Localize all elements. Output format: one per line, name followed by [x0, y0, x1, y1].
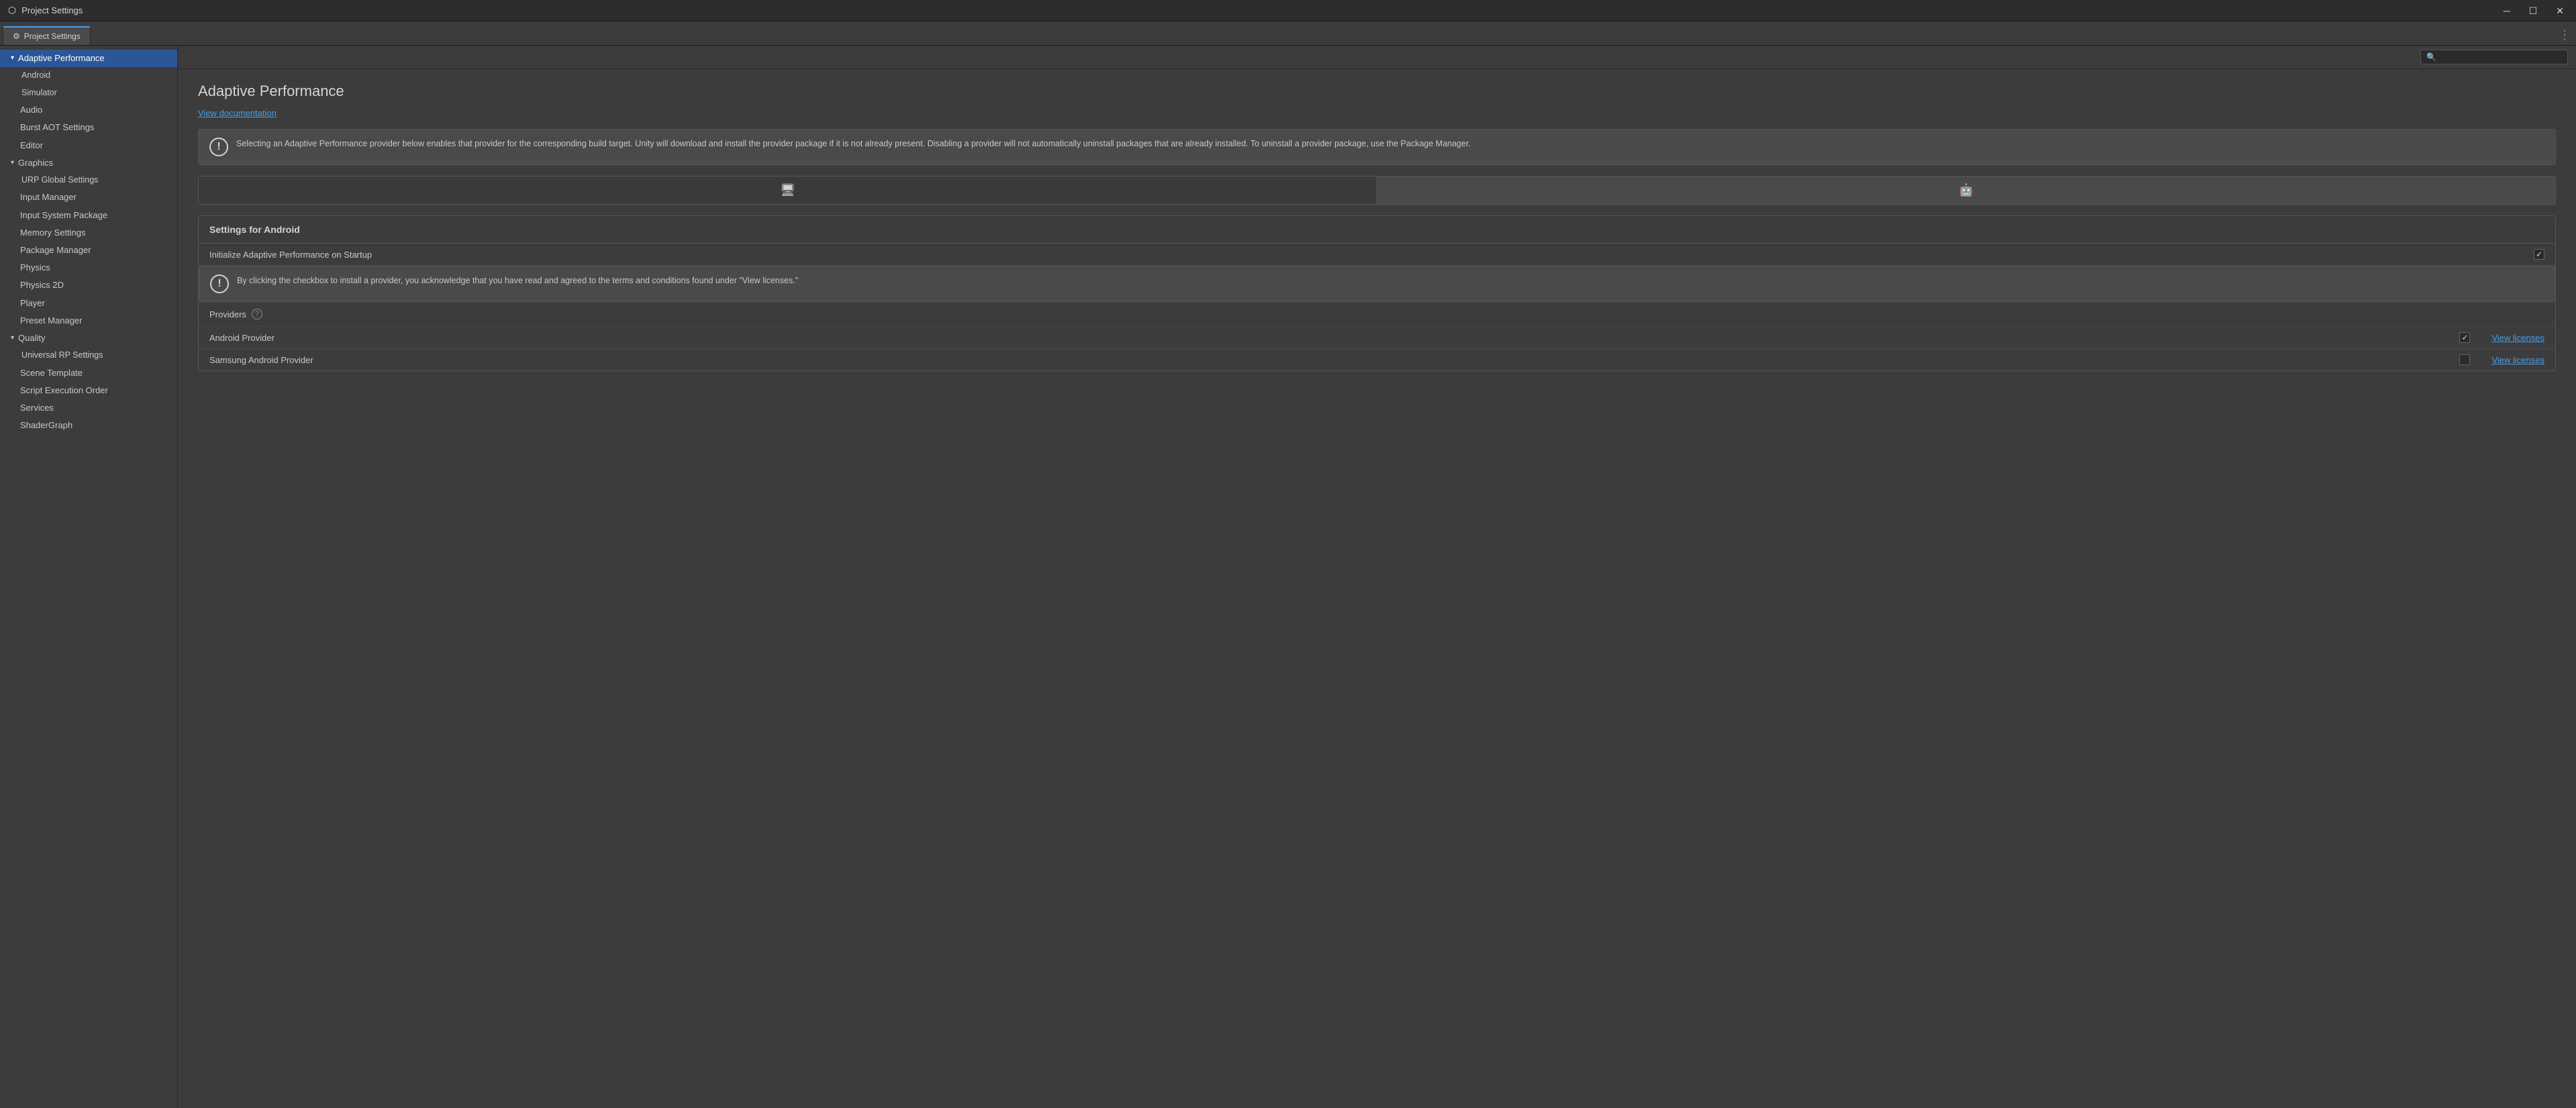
- warn-message: By clicking the checkbox to install a pr…: [237, 274, 798, 293]
- sidebar-item-burst-aot[interactable]: Burst AOT Settings: [0, 119, 177, 136]
- sidebar-item-package-manager[interactable]: Package Manager: [0, 242, 177, 259]
- sidebar-label-editor: Editor: [20, 140, 43, 152]
- search-icon: 🔍: [2426, 52, 2436, 62]
- arrow-icon-graphics: [11, 158, 14, 168]
- sidebar-label-script-execution: Script Execution Order: [20, 385, 108, 397]
- providers-list: Android ProviderView licensesSamsung And…: [199, 327, 2555, 370]
- sidebar-label-input-manager: Input Manager: [20, 191, 77, 203]
- sidebar: Adaptive Performance Android Simulator Audi…: [0, 46, 178, 1108]
- view-docs-link[interactable]: View documentation: [198, 108, 277, 118]
- unity-icon: ⬡: [8, 5, 16, 16]
- sidebar-label-physics: Physics: [20, 262, 50, 274]
- sidebar-item-input-system[interactable]: Input System Package: [0, 207, 177, 224]
- warn-icon: !: [210, 274, 229, 293]
- sidebar-item-services[interactable]: Services: [0, 399, 177, 417]
- sidebar-item-scene-template[interactable]: Scene Template: [0, 364, 177, 382]
- sidebar-label-graphics: Graphics: [18, 157, 53, 169]
- desktop-icon: 🖥: [780, 183, 795, 197]
- sidebar-item-preset-manager[interactable]: Preset Manager: [0, 312, 177, 330]
- provider-view-licenses-0[interactable]: View licenses: [2481, 333, 2544, 343]
- search-input[interactable]: [2439, 52, 2562, 62]
- sidebar-item-audio[interactable]: Audio: [0, 101, 177, 119]
- tab-bar: ⚙ Project Settings ⋮: [0, 21, 2576, 46]
- info-message: Selecting an Adaptive Performance provid…: [236, 138, 1471, 156]
- tab-menu-icon[interactable]: ⋮: [2553, 26, 2576, 45]
- search-wrapper: 🔍: [2420, 50, 2568, 64]
- sidebar-label-memory-settings: Memory Settings: [20, 227, 86, 239]
- arrow-icon-adaptive-performance: [11, 54, 14, 63]
- gear-icon: ⚙: [13, 32, 20, 41]
- sidebar-item-input-manager[interactable]: Input Manager: [0, 189, 177, 206]
- provider-checkbox-1[interactable]: [2459, 354, 2470, 365]
- sidebar-label-player: Player: [20, 297, 45, 309]
- title-bar-left: ⬡ Project Settings: [8, 5, 83, 16]
- info-icon: !: [209, 138, 228, 156]
- sidebar-label-preset-manager: Preset Manager: [20, 315, 83, 327]
- sidebar-item-android[interactable]: Android: [0, 67, 177, 85]
- sidebar-item-physics-2d[interactable]: Physics 2D: [0, 276, 177, 294]
- info-box: ! Selecting an Adaptive Performance prov…: [198, 129, 2556, 165]
- sidebar-item-graphics[interactable]: Graphics: [0, 154, 177, 172]
- sidebar-label-adaptive-performance: Adaptive Performance: [18, 52, 105, 64]
- init-setting-row: Initialize Adaptive Performance on Start…: [199, 244, 2555, 266]
- title-bar-title: Project Settings: [21, 5, 83, 15]
- tab-label: Project Settings: [24, 32, 81, 41]
- sidebar-label-input-system: Input System Package: [20, 209, 107, 221]
- init-label: Initialize Adaptive Performance on Start…: [209, 250, 2534, 260]
- sidebar-label-quality: Quality: [18, 332, 45, 344]
- providers-label: Providers: [209, 309, 246, 319]
- sidebar-item-physics[interactable]: Physics: [0, 259, 177, 276]
- sidebar-label-urp-global: URP Global Settings: [21, 174, 98, 187]
- sidebar-item-simulator[interactable]: Simulator: [0, 85, 177, 102]
- platform-tab-desktop[interactable]: 🖥: [199, 177, 1377, 204]
- sidebar-label-audio: Audio: [20, 104, 42, 116]
- sidebar-item-urp-global[interactable]: URP Global Settings: [0, 172, 177, 189]
- project-settings-tab[interactable]: ⚙ Project Settings: [3, 26, 91, 45]
- platform-tabs: 🖥 🤖: [198, 176, 2556, 205]
- content-area: 🔍 Adaptive Performance View documentatio…: [178, 46, 2576, 1108]
- provider-row-1: Samsung Android Provider View licenses: [199, 349, 2555, 370]
- provider-view-licenses-1[interactable]: View licenses: [2481, 355, 2544, 365]
- warn-box: ! By clicking the checkbox to install a …: [199, 266, 2555, 302]
- sidebar-label-physics-2d: Physics 2D: [20, 279, 64, 291]
- content-body: Adaptive Performance View documentation …: [178, 69, 2576, 1108]
- settings-panel-header: Settings for Android: [199, 216, 2555, 244]
- android-icon: 🤖: [1959, 183, 1973, 197]
- sidebar-item-memory-settings[interactable]: Memory Settings: [0, 224, 177, 242]
- provider-checkbox-0[interactable]: [2459, 332, 2470, 343]
- init-checkbox[interactable]: [2534, 249, 2544, 260]
- sidebar-label-package-manager: Package Manager: [20, 244, 91, 256]
- sidebar-item-universal-rp[interactable]: Universal RP Settings: [0, 347, 177, 364]
- provider-row-0: Android Provider View licenses: [199, 327, 2555, 349]
- sidebar-label-simulator: Simulator: [21, 87, 57, 99]
- sidebar-item-editor[interactable]: Editor: [0, 137, 177, 154]
- main-container: Adaptive Performance Android Simulator Audi…: [0, 46, 2576, 1108]
- page-title: Adaptive Performance: [198, 83, 2556, 100]
- sidebar-label-universal-rp: Universal RP Settings: [21, 350, 103, 362]
- provider-name-0: Android Provider: [209, 333, 2448, 343]
- title-bar: ⬡ Project Settings ─ ☐ ✕: [0, 0, 2576, 21]
- search-area: 🔍: [178, 46, 2576, 69]
- sidebar-label-scene-template: Scene Template: [20, 367, 83, 379]
- sidebar-label-services: Services: [20, 402, 54, 414]
- minimize-button[interactable]: ─: [2499, 5, 2514, 17]
- platform-tab-android[interactable]: 🤖: [1377, 177, 2555, 204]
- init-control: [2534, 249, 2544, 260]
- provider-name-1: Samsung Android Provider: [209, 355, 2448, 365]
- sidebar-label-burst-aot: Burst AOT Settings: [20, 121, 94, 134]
- sidebar-item-script-execution[interactable]: Script Execution Order: [0, 382, 177, 399]
- sidebar-item-quality[interactable]: Quality: [0, 330, 177, 347]
- sidebar-item-shadergraph[interactable]: ShaderGraph: [0, 417, 177, 434]
- providers-header: Providers ?: [199, 302, 2555, 327]
- sidebar-label-shadergraph: ShaderGraph: [20, 419, 72, 432]
- title-bar-controls: ─ ☐ ✕: [2499, 5, 2568, 17]
- sidebar-label-android: Android: [21, 70, 50, 82]
- help-icon[interactable]: ?: [252, 309, 262, 319]
- close-button[interactable]: ✕: [2552, 5, 2568, 17]
- sidebar-item-adaptive-performance[interactable]: Adaptive Performance: [0, 50, 177, 67]
- arrow-icon-quality: [11, 334, 14, 343]
- android-settings-panel: Settings for Android Initialize Adaptive…: [198, 215, 2556, 371]
- sidebar-item-player[interactable]: Player: [0, 295, 177, 312]
- maximize-button[interactable]: ☐: [2525, 5, 2542, 17]
